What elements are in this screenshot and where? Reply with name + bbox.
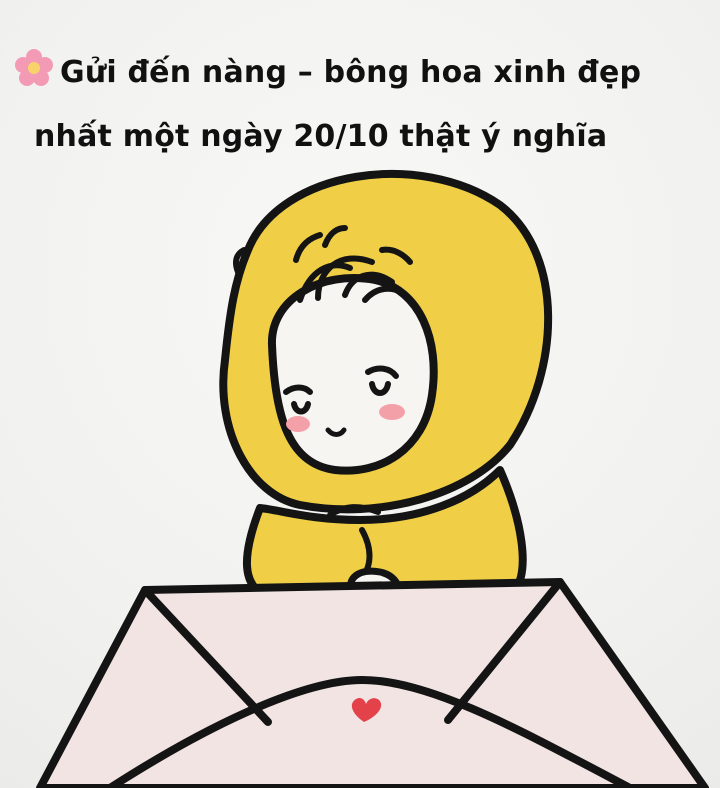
envelope xyxy=(36,578,709,788)
cherry-blossom-icon xyxy=(14,48,54,108)
face xyxy=(267,274,438,475)
blush-left xyxy=(286,416,310,432)
blush-right xyxy=(379,404,405,420)
image-canvas: Gửi đến nàng – bông hoa xinh đẹp nhất mộ… xyxy=(0,0,720,788)
caption-line-1: Gửi đến nàng – bông hoa xinh đẹp xyxy=(14,44,704,108)
caption-text-1: Gửi đến nàng – bông hoa xinh đẹp xyxy=(60,55,642,90)
caption: Gửi đến nàng – bông hoa xinh đẹp nhất mộ… xyxy=(14,44,704,166)
caption-line-2: nhất một ngày 20/10 thật ý nghĩa xyxy=(34,119,608,154)
